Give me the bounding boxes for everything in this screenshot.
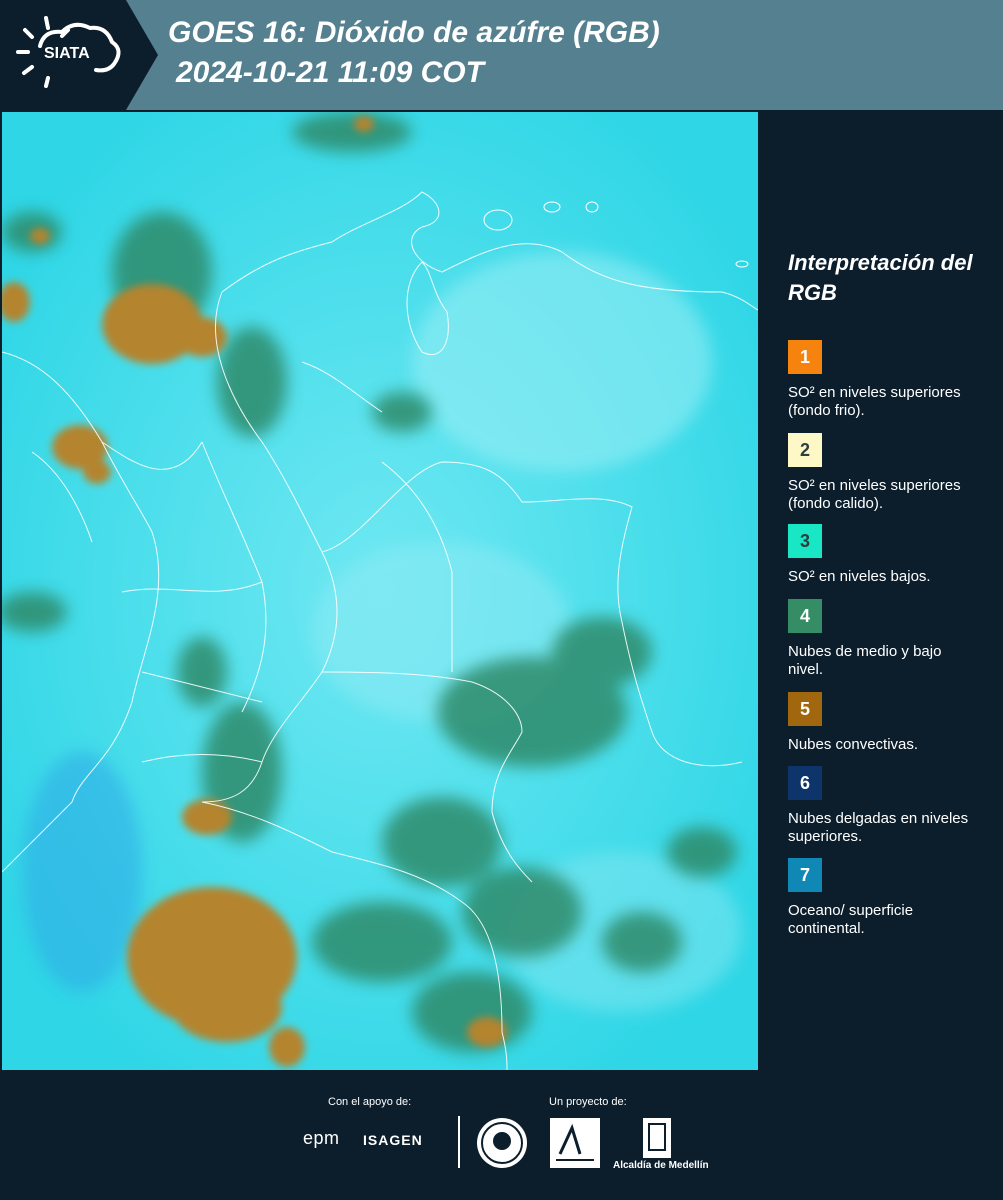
legend-item-6: 6 Nubes delgadas en niveles superiores. [788,766,988,846]
legend-panel: Interpretación del RGB 1 SO² en niveles … [776,248,996,937]
legend-text-5: Nubes convectivas. [788,736,919,753]
legend-text-7: Oceano/ superficie continental. [788,902,914,937]
legend-swatch-5: 5 [788,692,822,726]
alcaldia-label: Alcaldía de Medellín [613,1160,709,1171]
legend-text-3: SO² en niveles bajos. [788,568,931,585]
project-label: Un proyecto de: [549,1096,627,1108]
medellin-seal-icon [477,1118,527,1168]
logo-panel: SIATA [0,0,158,110]
legend-item-2: 2 SO² en niveles superiores (fondo calid… [788,433,988,513]
legend-text-4: Nubes de medio y bajo nivel. [788,643,942,678]
legend-swatch-2: 2 [788,433,822,467]
satellite-map-image [2,112,758,1070]
footer-divider [458,1116,460,1168]
legend-item-5: 5 Nubes convectivas. [788,692,988,754]
legend-item-7: 7 Oceano/ superficie continental. [788,858,988,938]
logo-text: SIATA [44,45,90,62]
area-metropolitana-logo [550,1118,600,1168]
legend-swatch-4: 4 [788,599,822,633]
legend-swatch-1: 1 [788,340,822,374]
legend-item-3: 3 SO² en niveles bajos. [788,524,988,586]
legend-item-4: 4 Nubes de medio y bajo nivel. [788,599,988,679]
header-bar: SIATA GOES 16: Dióxido de azúfre (RGB) 2… [0,0,1003,110]
legend-swatch-3: 3 [788,524,822,558]
isagen-logo: ISAGEN [363,1132,423,1148]
legend-text-6: Nubes delgadas en niveles superiores. [788,810,969,845]
epm-logo: epm [303,1128,340,1148]
satellite-map [2,112,758,1070]
legend-text-2: SO² en niveles superiores (fondo calido)… [788,477,961,512]
legend-title: Interpretación del RGB [788,250,973,305]
legend-swatch-6: 6 [788,766,822,800]
legend-swatch-7: 7 [788,858,822,892]
page-title: GOES 16: Dióxido de azúfre (RGB) [168,16,660,49]
support-label: Con el apoyo de: [328,1096,412,1108]
legend-item-1: 1 SO² en niveles superiores (fondo frio)… [788,340,988,420]
timestamp-title: 2024-10-21 11:09 COT [176,56,484,89]
legend-text-1: SO² en niveles superiores (fondo frio). [788,384,961,419]
footer: Con el apoyo de: Un proyecto de: epm ISA… [0,1070,1003,1200]
alcaldia-shield-icon [643,1118,671,1158]
